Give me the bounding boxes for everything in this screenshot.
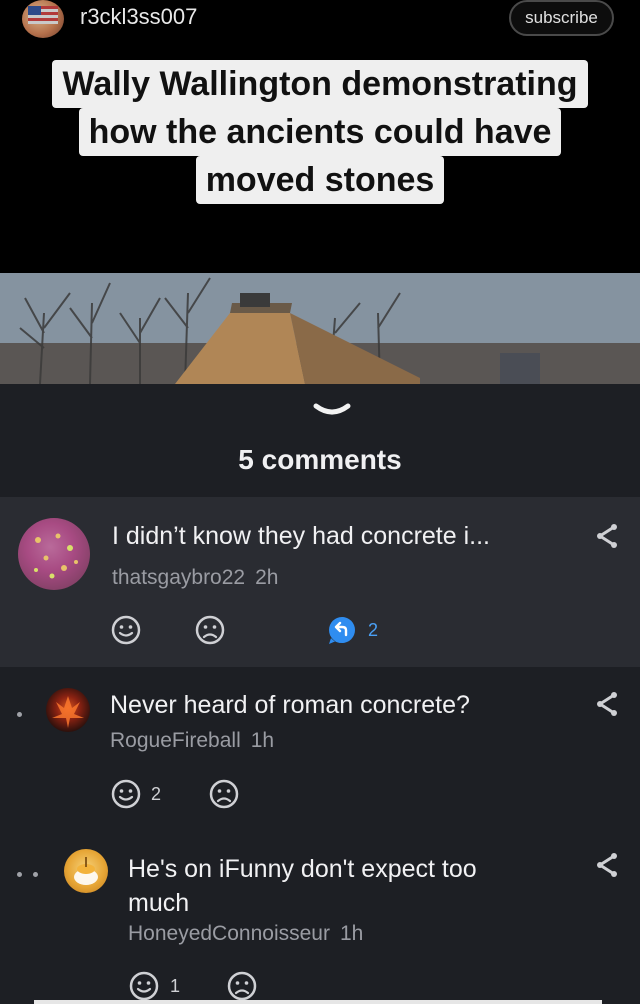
- thread-indent-dot: [17, 712, 22, 717]
- video-thumbnail[interactable]: [0, 273, 640, 384]
- comment-text-line-2: much: [128, 889, 190, 917]
- chevron-down-icon[interactable]: [312, 400, 352, 424]
- comment-meta: thatsgaybro22 2h: [112, 566, 278, 590]
- comment-time: 1h: [339, 922, 364, 945]
- comment-username[interactable]: RogueFireball: [110, 729, 241, 752]
- video-header: r3ckl3ss007 subscribe Wally Wallington d…: [0, 0, 640, 273]
- share-icon[interactable]: [594, 852, 620, 878]
- comment-text: Never heard of roman concrete?: [110, 691, 470, 719]
- video-caption: Wally Wallington demonstrating how the a…: [0, 60, 640, 204]
- avatar[interactable]: [18, 518, 90, 590]
- comment-time: 1h: [250, 729, 275, 752]
- reply-count[interactable]: 2: [368, 620, 378, 641]
- comment-text-line-1: He's on iFunny don't expect too: [128, 855, 477, 883]
- caption-line-1: Wally Wallington demonstrating: [52, 60, 588, 108]
- comment-meta: HoneyedConnoisseur 1h: [128, 922, 363, 946]
- caption-line-3: moved stones: [195, 156, 445, 204]
- flag-avatar-icon[interactable]: [22, 0, 64, 38]
- caption-line-2: how the ancients could have: [78, 108, 562, 156]
- thread-indent-dot: [17, 872, 22, 877]
- comment-username[interactable]: thatsgaybro22: [112, 566, 245, 589]
- smile-count: 2: [151, 784, 162, 804]
- bottom-divider: [34, 1000, 602, 1004]
- poster-username[interactable]: r3ckl3ss007: [80, 4, 197, 30]
- smile-icon[interactable]: [128, 970, 160, 1002]
- frown-icon[interactable]: [226, 970, 258, 1002]
- smile-count: 1: [170, 976, 181, 996]
- share-icon[interactable]: [594, 523, 620, 549]
- comment-username[interactable]: HoneyedConnoisseur: [128, 922, 330, 945]
- smile-icon[interactable]: [110, 614, 142, 646]
- comment-text: He's on iFunny don't expect too much: [128, 852, 477, 920]
- comment-meta: RogueFireball 1h: [110, 729, 274, 753]
- avatar[interactable]: [46, 688, 90, 732]
- reply-icon[interactable]: [326, 614, 358, 646]
- smile-icon[interactable]: [110, 778, 142, 810]
- frown-icon[interactable]: [208, 778, 240, 810]
- comments-count: 5 comments: [238, 444, 402, 475]
- comment-text: I didn’t know they had concrete i...: [112, 522, 490, 550]
- avatar[interactable]: [64, 849, 108, 893]
- frown-icon[interactable]: [194, 614, 226, 646]
- comment-time: 2h: [255, 566, 279, 589]
- subscribe-button[interactable]: subscribe: [509, 0, 614, 36]
- share-icon[interactable]: [594, 691, 620, 717]
- thread-indent-dot: [33, 872, 38, 877]
